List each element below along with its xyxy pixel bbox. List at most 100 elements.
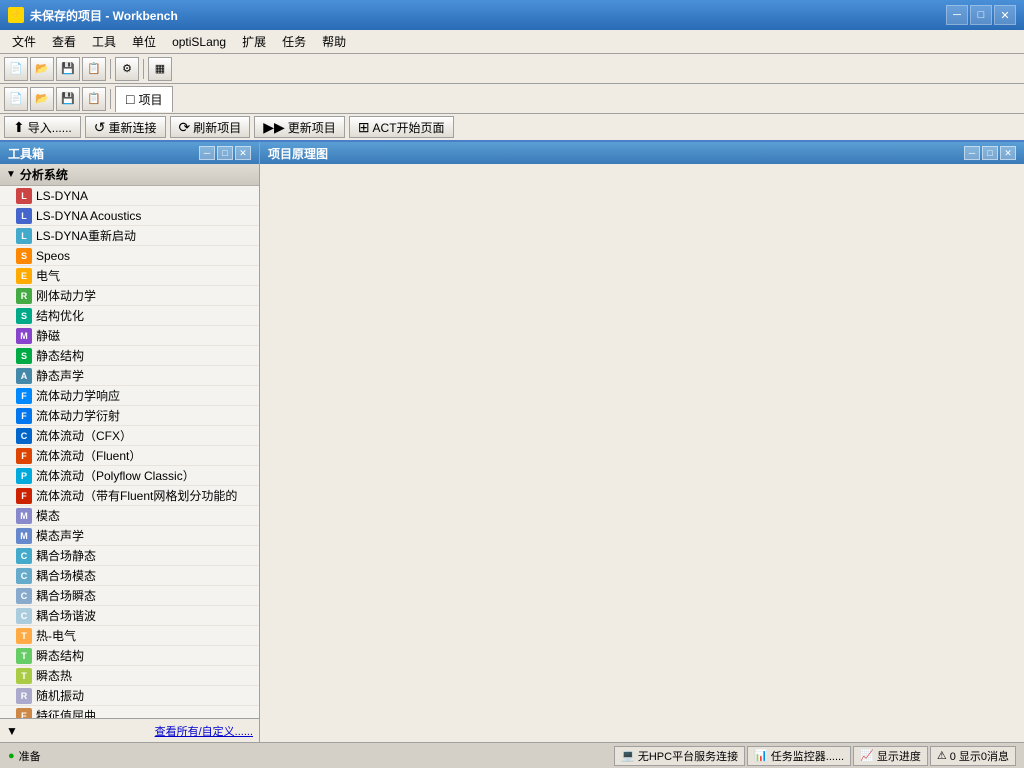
menu-help[interactable]: 帮助	[314, 31, 354, 52]
list-item-speos[interactable]: S Speos	[0, 246, 259, 266]
project-tab[interactable]: □ 项目	[115, 86, 173, 112]
tb-tab-saveas[interactable]: 📋	[82, 87, 106, 111]
static-mag-label: 静磁	[36, 327, 60, 344]
tb-new[interactable]: 📄	[4, 57, 28, 81]
coupled-modal-label: 耦合场模态	[36, 567, 96, 584]
message-count[interactable]: ⚠ 0 显示0消息	[930, 746, 1016, 766]
random-vibration-label: 随机振动	[36, 687, 84, 704]
message-text: 0 显示0消息	[950, 748, 1009, 764]
list-item-coupled-harmonic[interactable]: C 耦合场谐波	[0, 606, 259, 626]
list-item-fluent[interactable]: F 流体流动（Fluent）	[0, 446, 259, 466]
reconnect-button[interactable]: ↺ 重新连接	[85, 116, 166, 138]
menu-extensions[interactable]: 扩展	[234, 31, 274, 52]
modal-label: 模态	[36, 507, 60, 524]
list-item-fluid-dynamics2[interactable]: F 流体动力学衍射	[0, 406, 259, 426]
close-button[interactable]: ✕	[994, 5, 1016, 25]
toolbox-undock-button[interactable]: □	[217, 146, 233, 160]
list-item-electric[interactable]: E 电气	[0, 266, 259, 286]
toolbox-close-button[interactable]: ✕	[235, 146, 251, 160]
menu-tools[interactable]: 工具	[84, 31, 124, 52]
cfx-icon: C	[16, 428, 32, 444]
list-item-coupled-static[interactable]: C 耦合场静态	[0, 546, 259, 566]
coupled-harmonic-label: 耦合场谐波	[36, 607, 96, 624]
message-icon: ⚠	[937, 749, 947, 762]
list-item-fluent-mesh[interactable]: F 流体流动（带有Fluent网格划分功能的	[0, 486, 259, 506]
maximize-button[interactable]: □	[970, 5, 992, 25]
list-item-coupled-modal[interactable]: C 耦合场模态	[0, 566, 259, 586]
list-item-coupled-transient[interactable]: C 耦合场瞬态	[0, 586, 259, 606]
list-item-modal-acoustic[interactable]: M 模态声学	[0, 526, 259, 546]
list-item-lsdyna[interactable]: L LS-DYNA	[0, 186, 259, 206]
list-item-random-vibration[interactable]: R 随机振动	[0, 686, 259, 706]
status-ready-text: 准备	[19, 748, 41, 764]
minimize-button[interactable]: ─	[946, 5, 968, 25]
tb-grid[interactable]: ▦	[148, 57, 172, 81]
act-button[interactable]: ⊞ ACT开始页面	[349, 116, 454, 138]
list-item-struct-opt[interactable]: S 结构优化	[0, 306, 259, 326]
toolbox-header-controls: ─ □ ✕	[199, 146, 251, 160]
menubar: 文件 查看 工具 单位 optiSLang 扩展 任务 帮助	[0, 30, 1024, 54]
transient-thermal-icon: T	[16, 668, 32, 684]
toolbar3: ⬆ 导入...... ↺ 重新连接 ⟳ 刷新项目 ▶▶ 更新项目 ⊞ ACT开始…	[0, 114, 1024, 142]
list-item-modal[interactable]: M 模态	[0, 506, 259, 526]
refresh-icon: ⟳	[179, 119, 191, 136]
view-all-link[interactable]: 查看所有/自定义......	[155, 723, 253, 739]
list-item-lsdyna-restart[interactable]: L LS-DYNA重新启动	[0, 226, 259, 246]
list-item-static-struct[interactable]: S 静态结构	[0, 346, 259, 366]
list-item-static-acoustic[interactable]: A 静态声学	[0, 366, 259, 386]
tb-save-as[interactable]: 📋	[82, 57, 106, 81]
tb-open[interactable]: 📂	[30, 57, 54, 81]
menu-units[interactable]: 单位	[124, 31, 164, 52]
fluid-dynamics2-label: 流体动力学衍射	[36, 407, 120, 424]
filter-icon: ▼	[6, 724, 18, 738]
tb-save[interactable]: 💾	[56, 57, 80, 81]
project-close-button[interactable]: ✕	[1000, 146, 1016, 160]
progress-text: 显示进度	[877, 748, 921, 764]
import-button[interactable]: ⬆ 导入......	[4, 116, 81, 138]
tb-tab-save[interactable]: 💾	[56, 87, 80, 111]
project-header: 项目原理图 ─ □ ✕	[260, 142, 1024, 164]
analysis-section-header[interactable]: ▼ 分析系统	[0, 164, 259, 186]
electric-label: 电气	[36, 267, 60, 284]
update-button[interactable]: ▶▶ 更新项目	[254, 116, 345, 138]
list-item-static-mag[interactable]: M 静磁	[0, 326, 259, 346]
list-item-cfx[interactable]: C 流体流动（CFX）	[0, 426, 259, 446]
tb-tab-open[interactable]: 📂	[30, 87, 54, 111]
hpc-text: 无HPC平台服务连接	[638, 748, 738, 764]
project-pin-button[interactable]: ─	[964, 146, 980, 160]
project-canvas	[260, 164, 1024, 742]
main-area: 工具箱 ─ □ ✕ ▼ 分析系统 L LS-DYNA L LS-DYNA Aco…	[0, 142, 1024, 742]
list-item-lsdyna-acoustics[interactable]: L LS-DYNA Acoustics	[0, 206, 259, 226]
menu-file[interactable]: 文件	[4, 31, 44, 52]
import-label: 导入......	[28, 119, 72, 136]
coupled-static-icon: C	[16, 548, 32, 564]
rigid-label: 刚体动力学	[36, 287, 96, 304]
static-acoustic-icon: A	[16, 368, 32, 384]
list-item-rigid[interactable]: R 刚体动力学	[0, 286, 259, 306]
window-controls: ─ □ ✕	[946, 5, 1016, 25]
menu-view[interactable]: 查看	[44, 31, 84, 52]
toolbox-pin-button[interactable]: ─	[199, 146, 215, 160]
fluent-icon: F	[16, 448, 32, 464]
speos-icon: S	[16, 248, 32, 264]
static-struct-icon: S	[16, 348, 32, 364]
project-undock-button[interactable]: □	[982, 146, 998, 160]
list-item-eigenvalue[interactable]: E 特征值屈曲	[0, 706, 259, 718]
task-monitor[interactable]: 📊 任务监控器......	[747, 746, 851, 766]
list-item-transient-struct[interactable]: T 瞬态结构	[0, 646, 259, 666]
rigid-icon: R	[16, 288, 32, 304]
list-item-fluid-dynamics1[interactable]: F 流体动力学响应	[0, 386, 259, 406]
fluent-mesh-label: 流体流动（带有Fluent网格划分功能的	[36, 487, 237, 504]
status-ready-icon: ●	[8, 750, 15, 762]
tb-tab-new[interactable]: 📄	[4, 87, 28, 111]
transient-struct-label: 瞬态结构	[36, 647, 84, 664]
list-item-polyflow[interactable]: P 流体流动（Polyflow Classic）	[0, 466, 259, 486]
list-item-thermal-electric[interactable]: T 热-电气	[0, 626, 259, 646]
list-item-transient-thermal[interactable]: T 瞬态热	[0, 666, 259, 686]
menu-optislang[interactable]: optiSLang	[164, 33, 234, 51]
refresh-button[interactable]: ⟳ 刷新项目	[170, 116, 251, 138]
show-progress[interactable]: 📈 显示进度	[853, 746, 928, 766]
hpc-status[interactable]: 💻 无HPC平台服务连接	[614, 746, 745, 766]
menu-tasks[interactable]: 任务	[274, 31, 314, 52]
tb-extra[interactable]: ⚙	[115, 57, 139, 81]
